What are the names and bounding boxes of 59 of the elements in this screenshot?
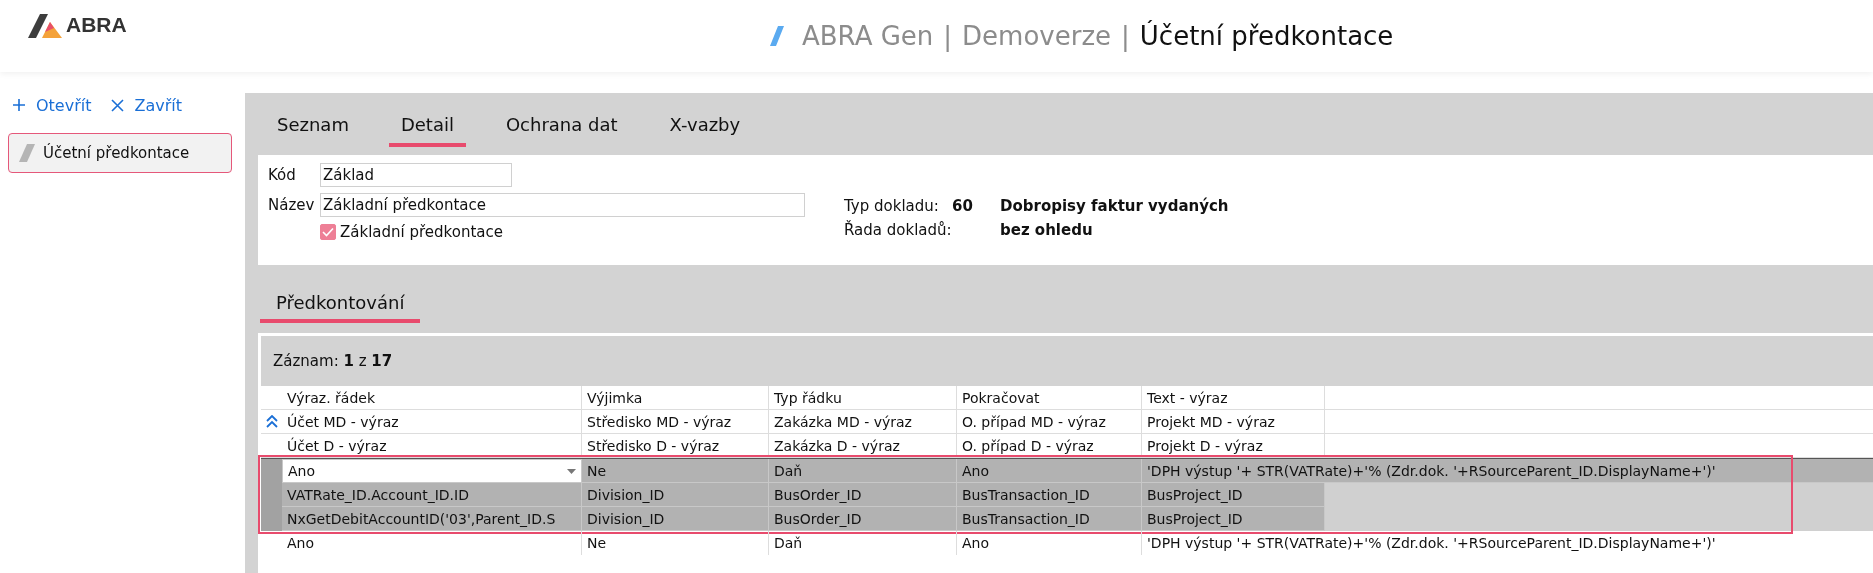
info-label: Řada dokladů: (844, 221, 952, 239)
close-button[interactable]: Zavřít (111, 95, 182, 115)
field-label: Název (268, 196, 316, 214)
table-cell: BusProject_ID (1142, 507, 1325, 531)
breadcrumb-item: Demoverze (962, 21, 1112, 51)
column-header: Výraz. řádek (282, 386, 582, 409)
doc-type-number: 60 (952, 197, 974, 215)
table-cell: Zakázka MD - výraz (769, 410, 957, 433)
record-counter: Záznam: 1 z 17 (273, 352, 393, 370)
doc-type-name: Dobropisy faktur vydaných (1000, 197, 1229, 215)
table-cell-text: 'DPH výstup '+ STR(VATRate)+'% (Zdr.dok. '+RSourceParent_ID.DisplayName+')' (1146, 534, 1717, 553)
column-header: Typ řádku (769, 386, 957, 409)
slash-icon (19, 144, 35, 162)
table-cell: Středisko MD - výraz (582, 410, 769, 433)
plus-icon (12, 98, 26, 112)
table-cell: Středisko D - výraz (582, 434, 769, 457)
breadcrumb-separator: | (1121, 21, 1130, 51)
doc-series-value: bez ohledu (1000, 221, 1094, 239)
breadcrumb-item: ABRA Gen (802, 21, 934, 51)
open-button[interactable]: Otevřít (12, 95, 92, 115)
table-cell: Ano (282, 531, 582, 555)
table-cell: Projekt MD - výraz (1142, 410, 1325, 433)
table-cell: Ano (957, 531, 1142, 555)
table-cell: Projekt D - výraz (1142, 434, 1325, 457)
tab[interactable]: Detail (388, 105, 466, 147)
checkbox[interactable] (320, 224, 336, 240)
column-header: Text - výraz (1142, 386, 1325, 409)
table-cell: Ne (582, 531, 769, 555)
tab[interactable]: X-vazby (657, 105, 753, 147)
code-field[interactable]: Základ (320, 163, 512, 187)
logo-text: ABRA (66, 13, 127, 37)
tab[interactable]: Ochrana dat (493, 105, 630, 147)
table-cell: O. případ D - výraz (957, 434, 1142, 457)
caret-icon (567, 468, 576, 474)
column-header: Pokračovat (957, 386, 1142, 409)
table-cell: BusOrder_ID (769, 507, 957, 531)
dropdown-field[interactable]: Ano (282, 459, 582, 483)
breadcrumb-separator: | (943, 21, 953, 51)
logo-icon (28, 12, 62, 38)
collapse-icon[interactable] (265, 415, 278, 428)
table-cell: Division_ID (582, 507, 769, 531)
table-cell: O. případ MD - výraz (957, 410, 1142, 433)
name-field[interactable]: Základní předkontace (320, 193, 805, 217)
column-header: Výjimka (582, 386, 769, 409)
table-cell: BusTransaction_ID (957, 507, 1142, 531)
table-cell: Zakázka D - výraz (769, 434, 957, 457)
table-cell: Účet D - výraz (282, 434, 582, 457)
document-tab[interactable]: Účetní předkontace (8, 133, 232, 173)
checkbox-label: Základní předkontace (340, 223, 503, 241)
table-cell: NxGetDebitAccountID('03',Parent_ID.S (282, 507, 582, 531)
close-icon (111, 98, 125, 112)
field-label: Kód (268, 166, 297, 184)
info-label: Typ dokladu: (844, 197, 940, 215)
tab[interactable]: Předkontování (260, 286, 421, 323)
table-cell: Účet MD - výraz (282, 410, 582, 433)
tab[interactable]: Seznam (265, 105, 361, 147)
slash-icon (770, 26, 784, 46)
table-cell: Daň (769, 531, 957, 555)
page-title: Účetní předkontace (1139, 21, 1394, 51)
